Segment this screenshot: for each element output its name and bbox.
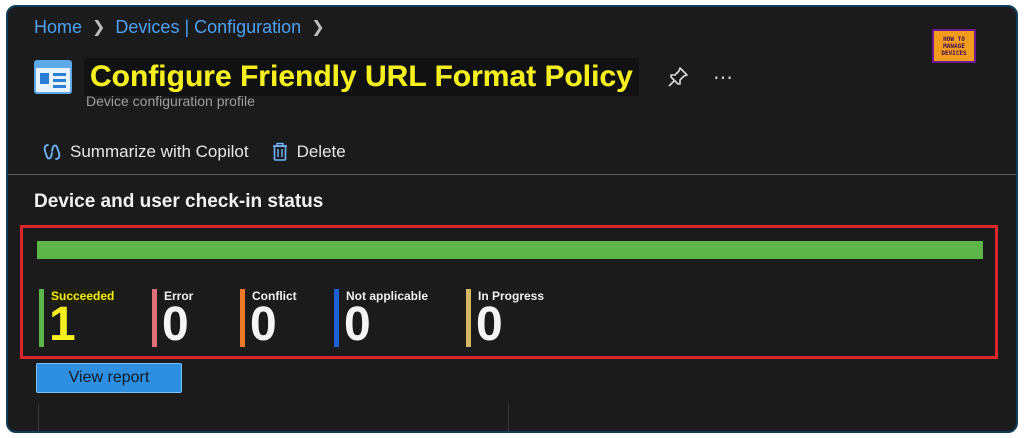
- delete-label: Delete: [296, 142, 346, 161]
- more-options-icon[interactable]: ⋯: [713, 65, 734, 90]
- delete-button[interactable]: Delete: [271, 142, 346, 162]
- in-progress-indicator: [466, 289, 471, 347]
- status-progress-bar: [37, 241, 983, 259]
- succeeded-indicator: [39, 289, 44, 347]
- error-indicator: [152, 289, 157, 347]
- app-window: Home ❯ Devices | Configuration ❯ HOW TO …: [6, 5, 1018, 433]
- section-title: Device and user check-in status: [34, 191, 324, 212]
- stat-value: 0: [250, 298, 277, 351]
- breadcrumb-chevron-icon: ❯: [92, 19, 106, 36]
- page-subtitle: Device configuration profile: [86, 93, 255, 109]
- configuration-profile-icon: [34, 60, 72, 94]
- logo-line-2: MANAGE: [943, 42, 965, 50]
- logo-line-3: DEVICES: [941, 49, 967, 57]
- conflict-indicator: [240, 289, 245, 347]
- summarize-label: Summarize with Copilot: [70, 142, 249, 161]
- stat-value: 0: [476, 298, 503, 351]
- command-bar: Summarize with Copilot Delete: [42, 137, 346, 167]
- logo-line-1: HOW TO: [943, 35, 965, 43]
- breadcrumb-home[interactable]: Home: [34, 17, 82, 38]
- stat-value: 0: [344, 298, 371, 351]
- breadcrumb-devices-configuration[interactable]: Devices | Configuration: [115, 17, 301, 38]
- how-to-manage-devices-logo: HOW TO MANAGE DEVICES: [932, 29, 976, 63]
- pin-icon[interactable]: [667, 66, 689, 88]
- copilot-icon: [43, 144, 61, 160]
- breadcrumb: Home ❯ Devices | Configuration ❯: [34, 15, 325, 39]
- column-divider: [508, 403, 509, 431]
- stat-value: 0: [162, 298, 189, 351]
- breadcrumb-chevron-icon: ❯: [311, 19, 325, 36]
- trash-icon: [272, 142, 287, 161]
- view-report-button[interactable]: View report: [36, 363, 182, 393]
- column-divider: [38, 403, 39, 431]
- toolbar-divider: [8, 174, 1016, 175]
- stat-value: 1: [49, 298, 76, 351]
- title-row: Configure Friendly URL Format Policy ⋯: [34, 57, 734, 97]
- summarize-with-copilot-button[interactable]: Summarize with Copilot: [42, 142, 249, 162]
- page-title: Configure Friendly URL Format Policy: [84, 58, 639, 96]
- not-applicable-indicator: [334, 289, 339, 347]
- check-in-status-panel: Succeeded 1 Error 0 Conflict 0 Not appli…: [20, 225, 998, 359]
